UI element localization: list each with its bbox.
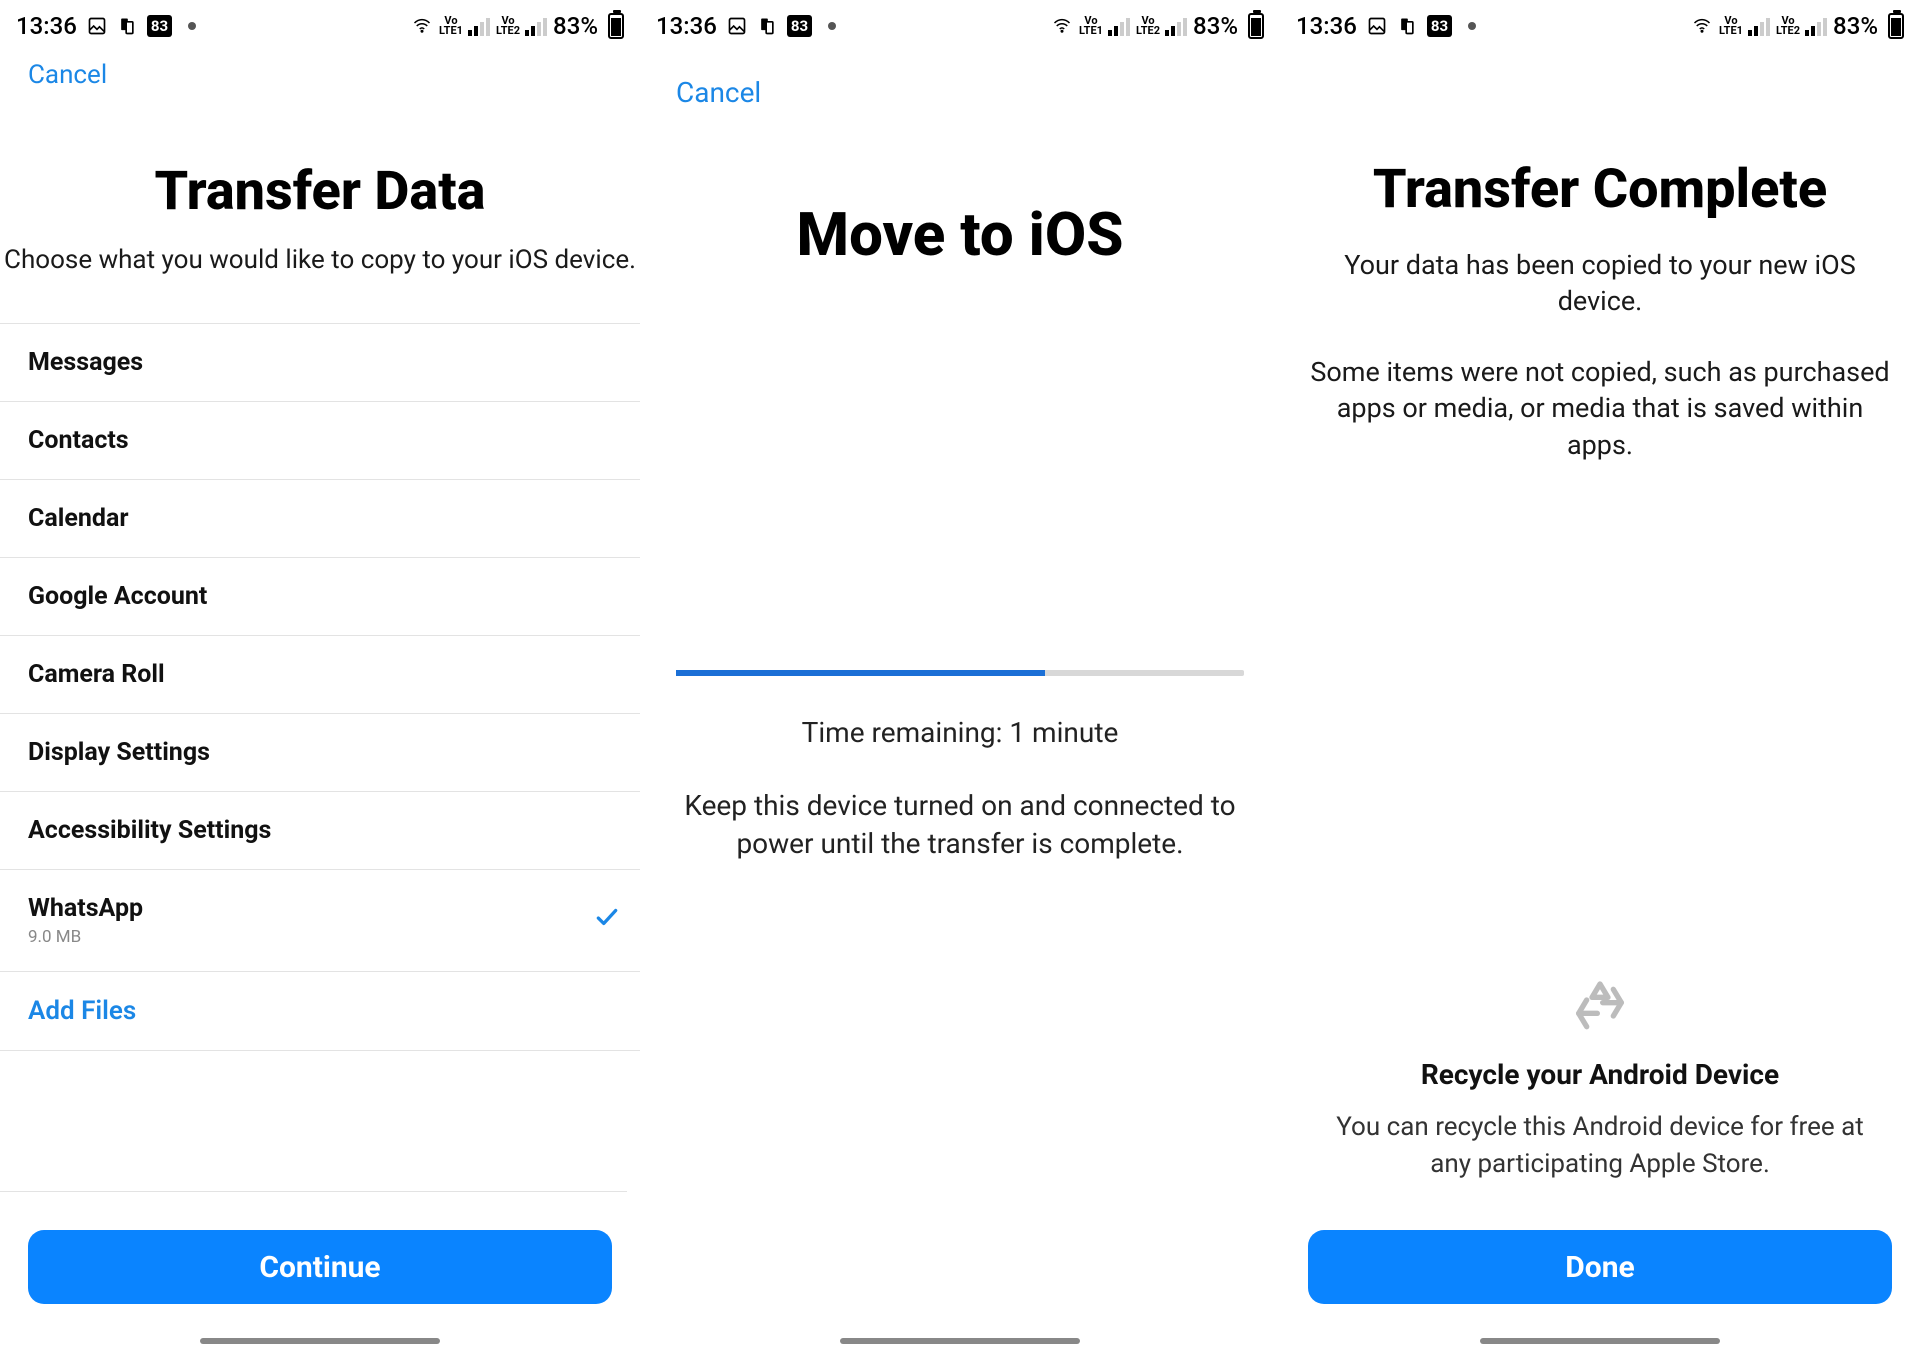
screen-move-to-ios: 13:36 83 VoLTE1 VoLTE2 — [640, 0, 1280, 1372]
status-bar: 13:36 83 VoLTE1 VoLTE2 — [1280, 0, 1920, 48]
done-button[interactable]: Done — [1308, 1230, 1892, 1304]
battery-icon — [1888, 13, 1904, 39]
battery-percent: 83% — [553, 12, 598, 40]
status-dot-icon — [1468, 22, 1476, 30]
list-item-label: Display Settings — [28, 738, 210, 767]
page-subtitle: Choose what you would like to copy to yo… — [0, 245, 640, 275]
signal-sim2: VoLTE2 — [496, 16, 547, 36]
status-time: 13:36 — [16, 12, 77, 40]
list-item-subtitle: 9.0 MB — [28, 927, 143, 947]
recycle-title: Recycle your Android Device — [1320, 1058, 1880, 1091]
list-item-label: WhatsApp — [28, 894, 143, 923]
signal-sim1: VoLTE1 — [439, 16, 490, 36]
list-item-label: Contacts — [28, 426, 129, 455]
battery-percent: 83% — [1833, 12, 1878, 40]
home-indicator[interactable] — [840, 1338, 1080, 1344]
divider — [0, 1191, 627, 1192]
list-item-label: Accessibility Settings — [28, 816, 271, 845]
signal-sim1: VoLTE1 — [1079, 16, 1130, 36]
status-bar: 13:36 83 VoLTE1 VoLTE2 — [0, 0, 640, 48]
progress-fill — [676, 670, 1045, 676]
complete-message-2: Some items were not copied, such as purc… — [1280, 354, 1920, 463]
wifi-icon — [1051, 17, 1073, 35]
progress-bar — [676, 670, 1244, 676]
instruction-text: Keep this device turned on and connected… — [640, 787, 1280, 863]
devices-icon — [117, 16, 137, 36]
list-item-label: Camera Roll — [28, 660, 165, 689]
check-icon — [594, 904, 620, 937]
page-title: Move to iOS — [640, 199, 1280, 270]
list-item-google-account[interactable]: Google Account — [0, 558, 640, 636]
list-item-label: Calendar — [28, 504, 128, 533]
signal-sim2: VoLTE2 — [1136, 16, 1187, 36]
notification-badge: 83 — [1427, 15, 1452, 37]
list-item-label: Google Account — [28, 582, 207, 611]
list-item-messages[interactable]: Messages — [0, 323, 640, 402]
list-item-display-settings[interactable]: Display Settings — [0, 714, 640, 792]
recycle-text: You can recycle this Android device for … — [1320, 1109, 1880, 1182]
battery-icon — [1248, 13, 1264, 39]
battery-icon — [608, 13, 624, 39]
add-files-button[interactable]: Add Files — [0, 972, 640, 1051]
image-icon — [727, 16, 747, 36]
wifi-icon — [1691, 17, 1713, 35]
list-item-camera-roll[interactable]: Camera Roll — [0, 636, 640, 714]
list-item-calendar[interactable]: Calendar — [0, 480, 640, 558]
home-indicator[interactable] — [200, 1338, 440, 1344]
cancel-button[interactable]: Cancel — [676, 76, 761, 109]
devices-icon — [1397, 16, 1417, 36]
image-icon — [1367, 16, 1387, 36]
page-title: Transfer Data — [0, 160, 640, 223]
notification-badge: 83 — [787, 15, 812, 37]
list-item-contacts[interactable]: Contacts — [0, 402, 640, 480]
cancel-button[interactable]: Cancel — [28, 60, 107, 90]
complete-message-1: Your data has been copied to your new iO… — [1280, 247, 1920, 320]
list-item-whatsapp[interactable]: WhatsApp 9.0 MB — [0, 870, 640, 972]
list-item-label: Messages — [28, 348, 143, 377]
screen-transfer-data: 13:36 83 VoLTE1 VoLTE2 — [0, 0, 640, 1372]
signal-sim1: VoLTE1 — [1719, 16, 1770, 36]
status-time: 13:36 — [656, 12, 717, 40]
wifi-icon — [411, 17, 433, 35]
transfer-items-list: Messages Contacts Calendar Google Accoun… — [0, 323, 640, 1051]
time-remaining-label: Time remaining: 1 minute — [640, 716, 1280, 749]
continue-button[interactable]: Continue — [28, 1230, 612, 1304]
battery-percent: 83% — [1193, 12, 1238, 40]
recycle-section: Recycle your Android Device You can recy… — [1280, 976, 1920, 1182]
devices-icon — [757, 16, 777, 36]
page-title: Transfer Complete — [1280, 158, 1920, 221]
status-dot-icon — [828, 22, 836, 30]
status-time: 13:36 — [1296, 12, 1357, 40]
screen-transfer-complete: 13:36 83 VoLTE1 VoLTE2 — [1280, 0, 1920, 1372]
status-dot-icon — [188, 22, 196, 30]
signal-sim2: VoLTE2 — [1776, 16, 1827, 36]
list-item-accessibility-settings[interactable]: Accessibility Settings — [0, 792, 640, 870]
recycle-icon — [1320, 976, 1880, 1040]
status-bar: 13:36 83 VoLTE1 VoLTE2 — [640, 0, 1280, 48]
notification-badge: 83 — [147, 15, 172, 37]
image-icon — [87, 16, 107, 36]
home-indicator[interactable] — [1480, 1338, 1720, 1344]
